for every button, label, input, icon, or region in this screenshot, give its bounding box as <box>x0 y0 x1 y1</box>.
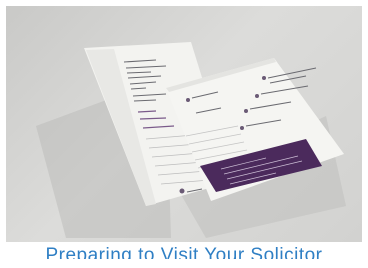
brochure-mockup-image <box>6 6 362 242</box>
brochure-illustration <box>36 42 346 238</box>
caption-title[interactable]: Preparing to Visit Your Solicitor <box>0 244 368 259</box>
logo-mark <box>179 188 185 194</box>
